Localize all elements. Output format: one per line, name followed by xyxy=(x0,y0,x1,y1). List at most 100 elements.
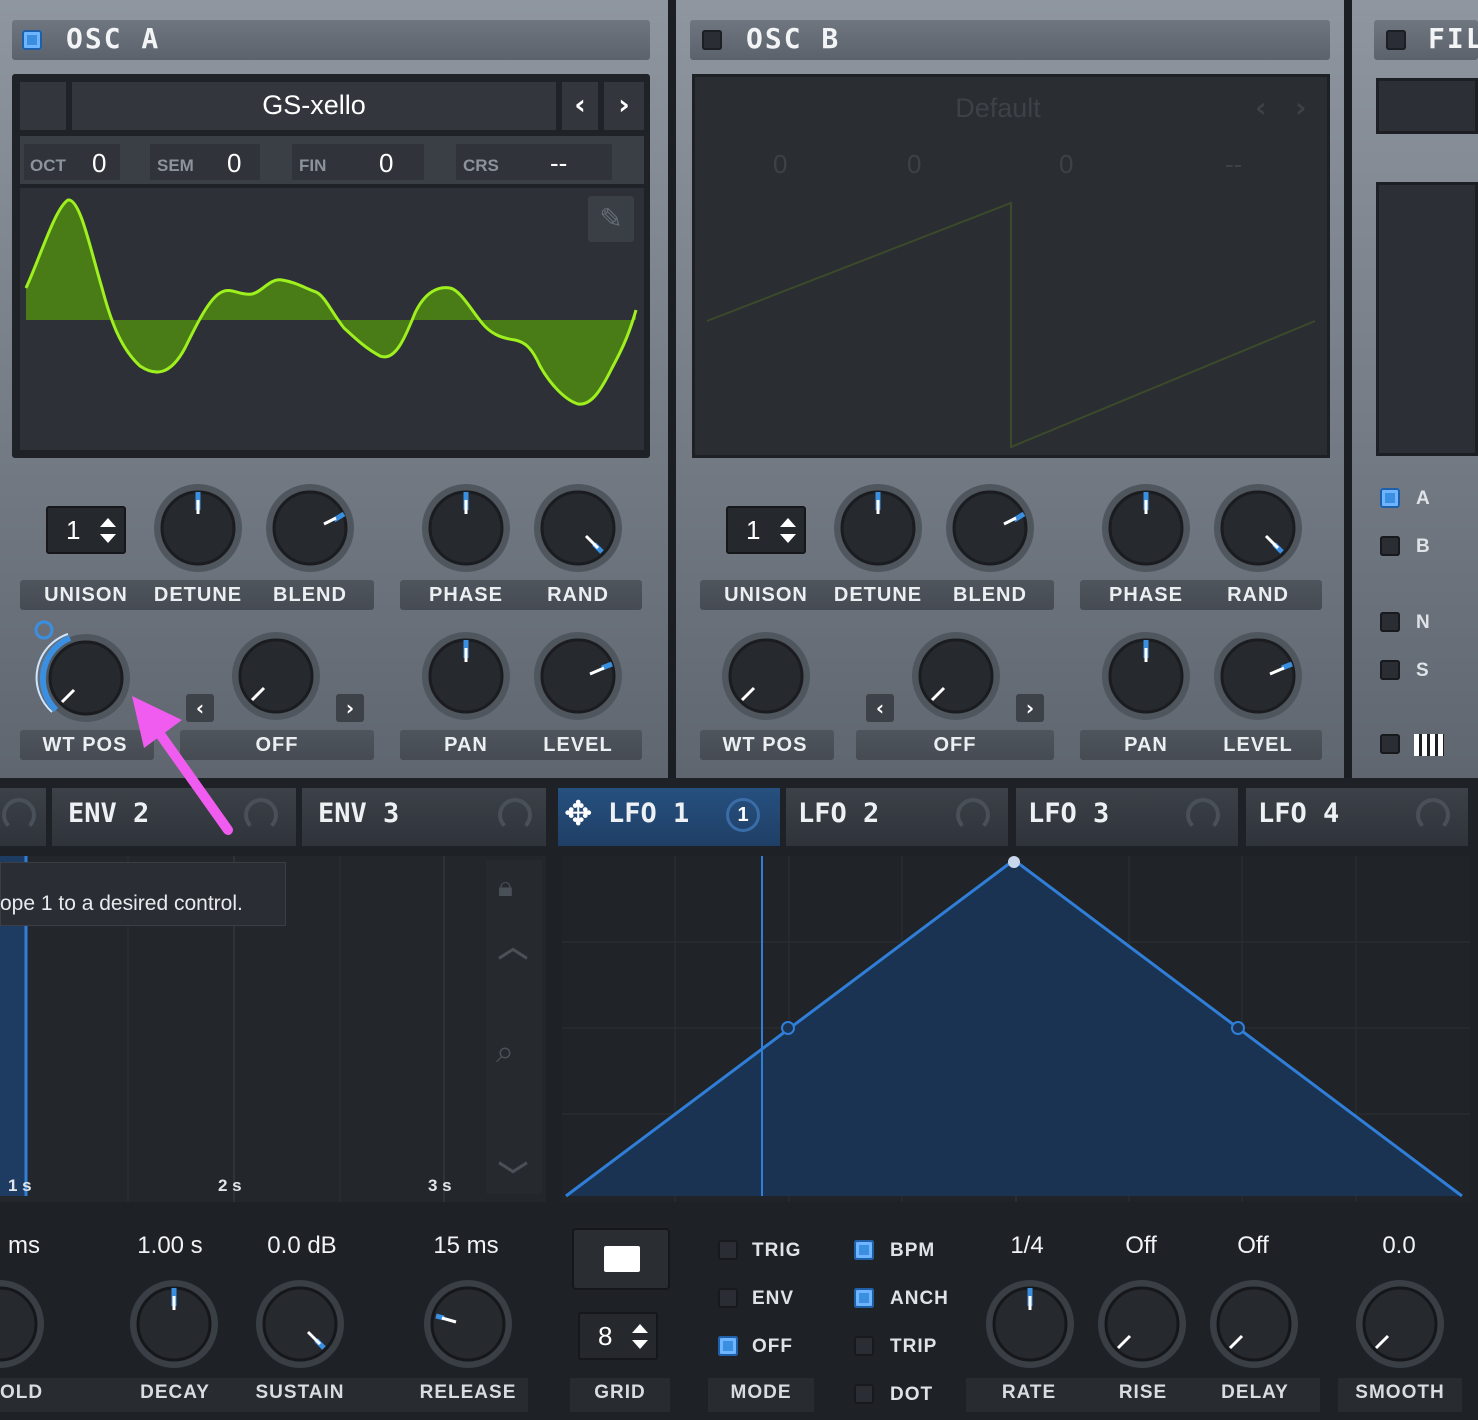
filter-keytrack-checkbox[interactable] xyxy=(1380,734,1400,754)
osc-a-rand-knob[interactable] xyxy=(530,480,626,576)
osc-a-unison-value: 1 xyxy=(66,515,81,545)
env-hold-value: ms xyxy=(8,1232,40,1259)
lfo-bpm-label: BPM xyxy=(890,1240,936,1261)
spinner-down-icon[interactable] xyxy=(780,534,796,543)
osc-a-pan-label: PAN xyxy=(444,734,488,756)
osc-b-blend-label: BLEND xyxy=(953,584,1027,606)
lfo-delay-knob[interactable] xyxy=(1206,1276,1302,1372)
osc-b-wt-pos-label: WT POS xyxy=(722,734,808,756)
lfo-trip-switch[interactable] xyxy=(854,1336,874,1356)
env-hold-knob[interactable] xyxy=(0,1276,48,1372)
spinner-up-icon[interactable] xyxy=(100,518,116,527)
osc-b-warp-mode-label[interactable]: OFF xyxy=(856,734,1054,757)
spinner-up-icon[interactable] xyxy=(780,518,796,527)
osc-a-phase-knob[interactable] xyxy=(418,480,514,576)
osc-b-level-knob[interactable] xyxy=(1210,628,1306,724)
tab-env-1-partial[interactable] xyxy=(0,788,46,846)
env-decay-knob[interactable] xyxy=(126,1276,222,1372)
lfo-off-switch[interactable] xyxy=(718,1336,738,1356)
env-release-value: 15 ms xyxy=(433,1232,499,1259)
filter-route-b-checkbox[interactable] xyxy=(1380,536,1400,556)
lfo-rate-knob[interactable] xyxy=(982,1276,1078,1372)
lfo-trig-label: TRIG xyxy=(752,1240,802,1261)
lfo-anch-switch[interactable] xyxy=(854,1288,874,1308)
osc-b-detune-knob[interactable] xyxy=(830,480,926,576)
env-release-knob[interactable] xyxy=(420,1276,516,1372)
env-sustain-knob[interactable] xyxy=(252,1276,348,1372)
env-decay-label: DECAY xyxy=(140,1382,210,1403)
osc-b-unison-label: UNISON xyxy=(724,584,808,606)
osc-a-waveform-display[interactable]: ✎ xyxy=(20,188,644,450)
osc-b-level-label: LEVEL xyxy=(1223,734,1293,756)
filter-route-s-checkbox[interactable] xyxy=(1380,660,1400,680)
edit-wavetable-pencil-icon[interactable]: ✎ xyxy=(588,196,634,242)
tab-lfo-3-label: LFO 3 xyxy=(1028,798,1110,829)
osc-b-unison-spinner[interactable]: 1 xyxy=(726,506,806,554)
drag-move-icon[interactable]: ✥ xyxy=(564,794,593,834)
zoom-magnifier-icon[interactable]: ⌕ xyxy=(496,1032,514,1071)
osc-a-wt-menu-button[interactable] xyxy=(20,82,66,130)
osc-b-enable-checkbox[interactable] xyxy=(702,30,722,50)
osc-a-unison-spinner[interactable]: 1 xyxy=(46,506,126,554)
osc-a-detune-label: DETUNE xyxy=(153,584,243,606)
lfo-3-mod-ring-icon xyxy=(1186,798,1220,832)
tab-lfo-2-label: LFO 2 xyxy=(798,798,880,829)
spinner-down-icon[interactable] xyxy=(632,1340,648,1349)
osc-b-rand-knob[interactable] xyxy=(1210,480,1306,576)
filter-type-field[interactable] xyxy=(1376,78,1478,134)
osc-a-blend-knob[interactable] xyxy=(262,480,358,576)
annotation-arrow-icon xyxy=(132,696,233,835)
osc-a-fin-label: FIN xyxy=(299,156,327,175)
osc-a-next-wavetable-button[interactable]: › xyxy=(604,82,644,130)
osc-b-phase-knob[interactable] xyxy=(1098,480,1194,576)
osc-a-pan-knob[interactable] xyxy=(418,628,514,724)
osc-a-enable-checkbox[interactable] xyxy=(22,30,42,50)
osc-b-pan-knob[interactable] xyxy=(1098,628,1194,724)
osc-a-warp-next-button[interactable]: › xyxy=(336,694,364,722)
tab-lfo-3[interactable]: LFO 3 xyxy=(1016,788,1238,846)
osc-a-level-knob[interactable] xyxy=(530,628,626,724)
osc-b-display[interactable]: Default ‹ › 0 0 0 -- xyxy=(692,74,1330,458)
tab-lfo-1-label: LFO 1 xyxy=(608,798,690,829)
envelope-graph[interactable]: ope 1 to a desired control. 1 s 2 s 3 s … xyxy=(0,856,546,1202)
spinner-up-icon[interactable] xyxy=(632,1324,648,1333)
osc-b-warp-next-button[interactable]: › xyxy=(1016,694,1044,722)
tab-lfo-4[interactable]: LFO 4 xyxy=(1246,788,1468,846)
lfo-env-switch[interactable] xyxy=(718,1288,738,1308)
osc-b-blend-knob[interactable] xyxy=(942,480,1038,576)
filter-response-display[interactable] xyxy=(1376,182,1478,456)
tab-lfo-2[interactable]: LFO 2 xyxy=(786,788,1008,846)
lfo-bpm-switch[interactable] xyxy=(854,1240,874,1260)
filter-route-n-checkbox[interactable] xyxy=(1380,612,1400,632)
spinner-down-icon[interactable] xyxy=(100,534,116,543)
filter-route-a-checkbox[interactable] xyxy=(1380,488,1400,508)
lfo-dot-switch[interactable] xyxy=(854,1384,874,1404)
lfo-shape-editor[interactable] xyxy=(562,856,1470,1202)
osc-a-sem-label: SEM xyxy=(157,156,194,175)
lfo-smooth-knob[interactable] xyxy=(1352,1276,1448,1372)
filter-enable-checkbox[interactable] xyxy=(1386,30,1406,50)
lfo-rate-value: 1/4 xyxy=(1010,1232,1044,1259)
osc-b-wt-pos-knob[interactable] xyxy=(718,628,814,724)
lfo-rate-label: RATE xyxy=(1001,1382,1057,1403)
lfo-preset-folder-button[interactable] xyxy=(572,1228,670,1290)
time-mark-2s: 2 s xyxy=(218,1176,242,1195)
lfo-rise-knob[interactable] xyxy=(1094,1276,1190,1372)
osc-a-prev-wavetable-button[interactable]: ‹ xyxy=(562,82,598,130)
tab-env-3[interactable]: ENV 3 xyxy=(302,788,546,846)
scroll-up-chevron-icon[interactable]: ︿ xyxy=(498,922,528,966)
time-mark-1s: 1 s xyxy=(8,1176,32,1195)
tab-lfo-4-label: LFO 4 xyxy=(1258,798,1340,829)
osc-b-warp-prev-button[interactable]: ‹ xyxy=(866,694,894,722)
lfo-4-mod-ring-icon xyxy=(1416,798,1450,832)
lfo-grid-spinner[interactable]: 8 xyxy=(578,1312,658,1360)
osc-a-detune-knob[interactable] xyxy=(150,480,246,576)
lock-icon[interactable]: 🔒︎ xyxy=(498,870,526,903)
scroll-down-chevron-icon[interactable]: ﹀ xyxy=(498,1152,528,1196)
osc-a-wavetable-name: GS-xello xyxy=(262,90,366,120)
lfo-smooth-value: 0.0 xyxy=(1382,1232,1416,1259)
lfo-rise-label: RISE xyxy=(1118,1382,1168,1403)
lfo-trig-switch[interactable] xyxy=(718,1240,738,1260)
tab-lfo-1[interactable]: ✥ LFO 1 1 xyxy=(558,788,780,846)
osc-b-warp-knob[interactable] xyxy=(908,628,1004,724)
